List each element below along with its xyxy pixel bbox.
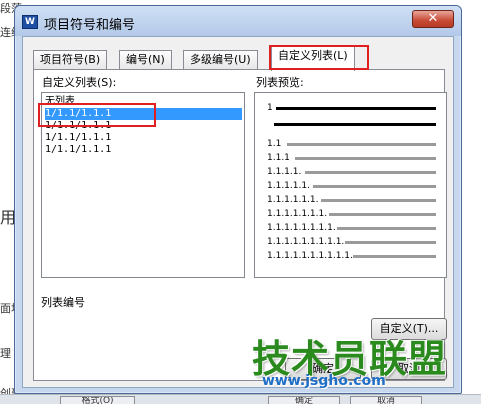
preview-row: 1.1.1.1.1.1. xyxy=(267,195,437,205)
list-preview-box: 1 1.1 1.1.1 1.1.1.1. 1.1.1.1.1. 1.1.1.1.… xyxy=(254,92,447,278)
preview-row: 1.1.1 xyxy=(267,153,437,163)
preview-line xyxy=(345,241,436,244)
preview-row xyxy=(267,119,437,129)
preview-number: 1.1.1.1. xyxy=(267,167,302,177)
preview-number: 1.1.1.1.1.1.1.1.1.1. xyxy=(267,251,353,261)
list-preview-label: 列表预览: xyxy=(256,76,304,89)
tab-bullets[interactable]: 项目符号(B) xyxy=(33,50,108,70)
preview-number: 1.1.1.1.1.1.1. xyxy=(267,209,328,219)
preview-number: 1.1.1.1.1.1. xyxy=(267,195,319,205)
preview-row: 1.1.1.1.1.1.1. xyxy=(267,209,437,219)
bg-ok-button[interactable]: 确定 xyxy=(268,396,340,404)
list-item-selected[interactable]: 1/1.1/1.1.1 xyxy=(45,108,242,120)
preview-line xyxy=(295,157,436,160)
dialog-title: 项目符号和编号 xyxy=(44,18,136,33)
close-icon: ✕ xyxy=(427,11,439,26)
preview-line xyxy=(305,171,436,174)
list-item[interactable]: 1/1.1/1.1.1 xyxy=(45,120,242,132)
bg-format-button[interactable]: 格式(O) xyxy=(60,396,135,404)
close-button[interactable]: ✕ xyxy=(412,10,454,28)
preview-line xyxy=(337,227,436,230)
preview-line xyxy=(313,185,436,188)
list-numbering-group-label: 列表编号 xyxy=(41,296,85,309)
custom-list-box[interactable]: 无列表 1/1.1/1.1.1 1/1.1/1.1.1 1/1.1/1.1.1 … xyxy=(38,92,245,278)
preview-number: 1 xyxy=(267,103,273,113)
tab-custom-list[interactable]: 自定义列表(L) xyxy=(271,46,355,71)
preview-row: 1.1.1.1.1.1.1.1.1.1. xyxy=(267,251,437,261)
list-item[interactable]: 1/1.1/1.1.1 xyxy=(45,132,242,144)
tab-multilevel[interactable]: 多级编号(U) xyxy=(183,50,258,70)
preview-line xyxy=(321,199,436,202)
preview-row: 1.1 xyxy=(267,139,437,149)
tab-numbering[interactable]: 编号(N) xyxy=(119,50,172,70)
custom-list-label: 自定义列表(S): xyxy=(42,76,117,89)
preview-row: 1.1.1.1.1.1.1.1.1. xyxy=(267,237,437,247)
dialog-titlebar[interactable]: W 项目符号和编号 ✕ xyxy=(15,6,461,36)
preview-row: 1 xyxy=(267,103,437,113)
preview-number: 1.1 xyxy=(267,139,282,149)
list-item[interactable]: 1/1.1/1.1.1 xyxy=(45,144,242,156)
preview-number: 1.1.1 xyxy=(267,153,290,163)
wps-writer-icon: W xyxy=(22,15,38,29)
preview-row: 1.1.1.1. xyxy=(267,167,437,177)
preview-row: 1.1.1.1.1. xyxy=(267,181,437,191)
preview-number: 1.1.1.1.1. xyxy=(267,181,310,191)
preview-line xyxy=(287,143,436,146)
preview-line xyxy=(353,255,436,258)
preview-line xyxy=(274,123,436,126)
preview-row: 1.1.1.1.1.1.1.1. xyxy=(267,223,437,233)
preview-line xyxy=(276,107,436,110)
preview-line xyxy=(329,213,436,216)
list-item-none[interactable]: 无列表 xyxy=(45,96,242,108)
preview-number: 1.1.1.1.1.1.1.1. xyxy=(267,223,336,233)
bg-cancel-button[interactable]: 取消 xyxy=(350,396,422,404)
group-divider xyxy=(101,300,444,301)
bg-text-manage: 理 xyxy=(0,347,11,360)
preview-number: 1.1.1.1.1.1.1.1.1. xyxy=(267,237,345,247)
watermark-url: www.jsgho.com xyxy=(262,373,386,389)
